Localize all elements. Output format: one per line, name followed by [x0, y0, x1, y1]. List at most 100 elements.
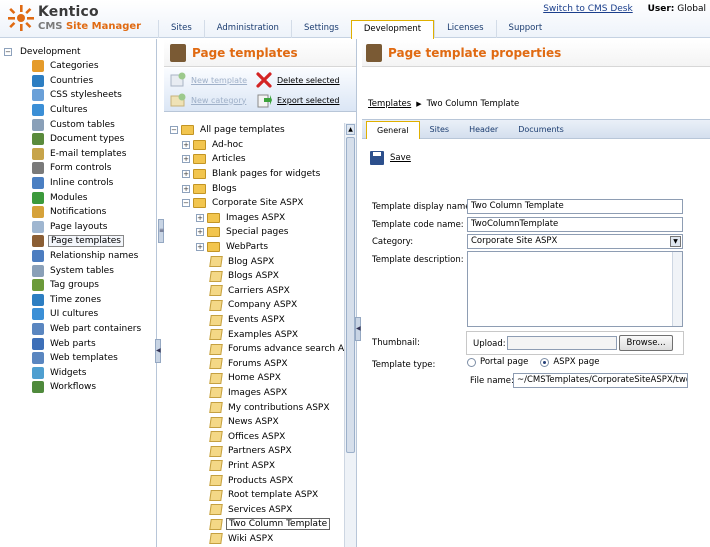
tree-subcategory-webparts[interactable]: + WebParts [170, 240, 348, 255]
tree-category-ad-hoc[interactable]: + Ad-hoc [170, 138, 348, 153]
new-category-button[interactable]: New category [170, 92, 246, 108]
aspx-page-radio[interactable] [540, 357, 550, 367]
tree-template-two-column-template[interactable]: Two Column Template [170, 517, 348, 532]
tree-item-notifications[interactable]: Notifications [4, 205, 143, 220]
tree-item-page-templates[interactable]: Page templates [4, 234, 143, 249]
file-name-input[interactable]: ~/CMSTemplates/CorporateSiteASPX/two [513, 373, 688, 388]
chevron-down-icon[interactable]: ▼ [670, 236, 681, 247]
tree-item-countries[interactable]: Countries [4, 74, 143, 89]
tree-subcategory-images-aspx[interactable]: + Images ASPX [170, 211, 348, 226]
tree-template-print-aspx[interactable]: Print ASPX [170, 459, 348, 474]
tree-item-page-layouts[interactable]: Page layouts [4, 220, 143, 235]
description-scrollbar[interactable] [672, 252, 682, 326]
tree-category-blogs[interactable]: + Blogs [170, 181, 348, 196]
expand-icon[interactable]: + [182, 140, 190, 149]
expand-icon[interactable]: + [196, 243, 204, 252]
tree-template-services-aspx[interactable]: Services ASPX [170, 502, 348, 517]
tree-template-images-aspx[interactable]: Images ASPX [170, 386, 348, 401]
tree-template-news-aspx[interactable]: News ASPX [170, 415, 348, 430]
browse-button[interactable]: Browse... [619, 335, 673, 351]
tree-item-form-controls[interactable]: Form controls [4, 161, 143, 176]
export-selected-button[interactable]: Export selected [256, 92, 340, 108]
tree-template-forums-aspx[interactable]: Forums ASPX [170, 357, 348, 372]
tree-item-ui-cultures[interactable]: UI cultures [4, 307, 143, 322]
tree-template-partners-aspx[interactable]: Partners ASPX [170, 444, 348, 459]
tree-item-widgets[interactable]: Widgets [4, 365, 143, 380]
scroll-up-icon[interactable]: ▲ [346, 124, 355, 135]
tree-subcategory-special-pages[interactable]: + Special pages [170, 225, 348, 240]
tree-category-articles[interactable]: + Articles [170, 152, 348, 167]
tree-item-web-templates[interactable]: Web templates [4, 351, 143, 366]
tree-template-company-aspx[interactable]: Company ASPX [170, 298, 348, 313]
tree-item-relationship-names[interactable]: Relationship names [4, 249, 143, 264]
tree-template-my-contributions-aspx[interactable]: My contributions ASPX [170, 400, 348, 415]
tree-item-modules[interactable]: Modules [4, 190, 143, 205]
tree-item-tag-groups[interactable]: Tag groups [4, 278, 143, 293]
subtab-header[interactable]: Header [459, 121, 508, 139]
tree-item-css-stylesheets[interactable]: CSS stylesheets [4, 88, 143, 103]
tree-item-document-types[interactable]: Document types [4, 132, 143, 147]
delete-selected-button[interactable]: Delete selected [256, 72, 340, 88]
expand-icon[interactable]: + [182, 184, 190, 193]
tree-template-forums-advance-search-aspx[interactable]: Forums advance search ASPX [170, 342, 348, 357]
code-name-input[interactable]: TwoColumnTemplate [467, 217, 683, 232]
tree-item-categories[interactable]: Categories [4, 59, 143, 74]
tree-root-development[interactable]: − Development [4, 45, 143, 59]
tree-node-all-page-templates[interactable]: − All page templates [170, 123, 348, 138]
description-textarea[interactable] [467, 251, 683, 327]
scroll-thumb[interactable] [346, 137, 355, 453]
breadcrumb-templates-link[interactable]: Templates [368, 99, 411, 109]
tree-item-label: Cultures [50, 105, 88, 116]
tree-item-system-tables[interactable]: System tables [4, 263, 143, 278]
tree-template-root-template-aspx[interactable]: Root template ASPX [170, 488, 348, 503]
tree-item-e-mail-templates[interactable]: E-mail templates [4, 147, 143, 162]
kentico-logo: Kentico CMS Site Manager [8, 3, 168, 35]
portal-page-radio[interactable] [467, 357, 476, 367]
new-template-button[interactable]: New template [170, 72, 247, 88]
tree-item-web-parts[interactable]: Web parts [4, 336, 143, 351]
tree-item-workflows[interactable]: Workflows [4, 380, 143, 395]
tree-template-events-aspx[interactable]: Events ASPX [170, 313, 348, 328]
tab-licenses[interactable]: Licenses [434, 20, 495, 38]
collapse-icon[interactable]: − [182, 199, 190, 208]
tree-category-corporate-site-aspx[interactable]: − Corporate Site ASPX [170, 196, 348, 211]
tab-sites[interactable]: Sites [158, 20, 204, 38]
collapse-left-panel-handle[interactable]: ◀ [155, 339, 161, 363]
tab-administration[interactable]: Administration [203, 20, 291, 38]
tree-item-time-zones[interactable]: Time zones [4, 293, 143, 308]
tree-template-blogs-aspx[interactable]: Blogs ASPX [170, 269, 348, 284]
tree-template-blog-aspx[interactable]: Blog ASPX [170, 254, 348, 269]
tree-template-carriers-aspx[interactable]: Carriers ASPX [170, 284, 348, 299]
form-controls-icon [32, 162, 44, 175]
tree-template-home-aspx[interactable]: Home ASPX [170, 371, 348, 386]
expand-icon[interactable]: + [196, 213, 204, 222]
collapse-icon[interactable]: − [4, 48, 12, 56]
subtab-documents[interactable]: Documents [508, 121, 574, 139]
tree-node-label: Root template ASPX [228, 490, 319, 501]
tree-template-offices-aspx[interactable]: Offices ASPX [170, 429, 348, 444]
tab-development[interactable]: Development [350, 20, 435, 39]
collapse-tree-handle[interactable]: ≡ [158, 219, 164, 243]
tree-item-web-part-containers[interactable]: Web part containers [4, 322, 143, 337]
expand-icon[interactable]: + [182, 155, 190, 164]
tree-template-wiki-aspx[interactable]: Wiki ASPX [170, 532, 348, 547]
tree-item-cultures[interactable]: Cultures [4, 103, 143, 118]
tree-category-blank-pages-for-widgets[interactable]: + Blank pages for widgets [170, 167, 348, 182]
category-select[interactable]: Corporate Site ASPX ▼ [467, 234, 683, 249]
subtab-sites[interactable]: Sites [420, 121, 460, 139]
expand-icon[interactable]: + [182, 170, 190, 179]
expand-icon[interactable]: + [196, 228, 204, 237]
tree-template-examples-aspx[interactable]: Examples ASPX [170, 327, 348, 342]
upload-file-input[interactable] [507, 336, 617, 350]
tab-settings[interactable]: Settings [290, 20, 351, 38]
tab-support[interactable]: Support [495, 20, 555, 38]
display-name-input[interactable]: Two Column Template [467, 199, 683, 214]
collapse-middle-panel-handle[interactable]: ◀ [355, 317, 361, 341]
tree-template-products-aspx[interactable]: Products ASPX [170, 473, 348, 488]
save-button[interactable]: Save [370, 151, 411, 165]
tree-item-custom-tables[interactable]: Custom tables [4, 117, 143, 132]
collapse-icon[interactable]: − [170, 126, 178, 135]
tree-item-inline-controls[interactable]: Inline controls [4, 176, 143, 191]
switch-to-cms-desk-link[interactable]: Switch to CMS Desk [543, 4, 633, 14]
subtab-general[interactable]: General [366, 121, 420, 139]
